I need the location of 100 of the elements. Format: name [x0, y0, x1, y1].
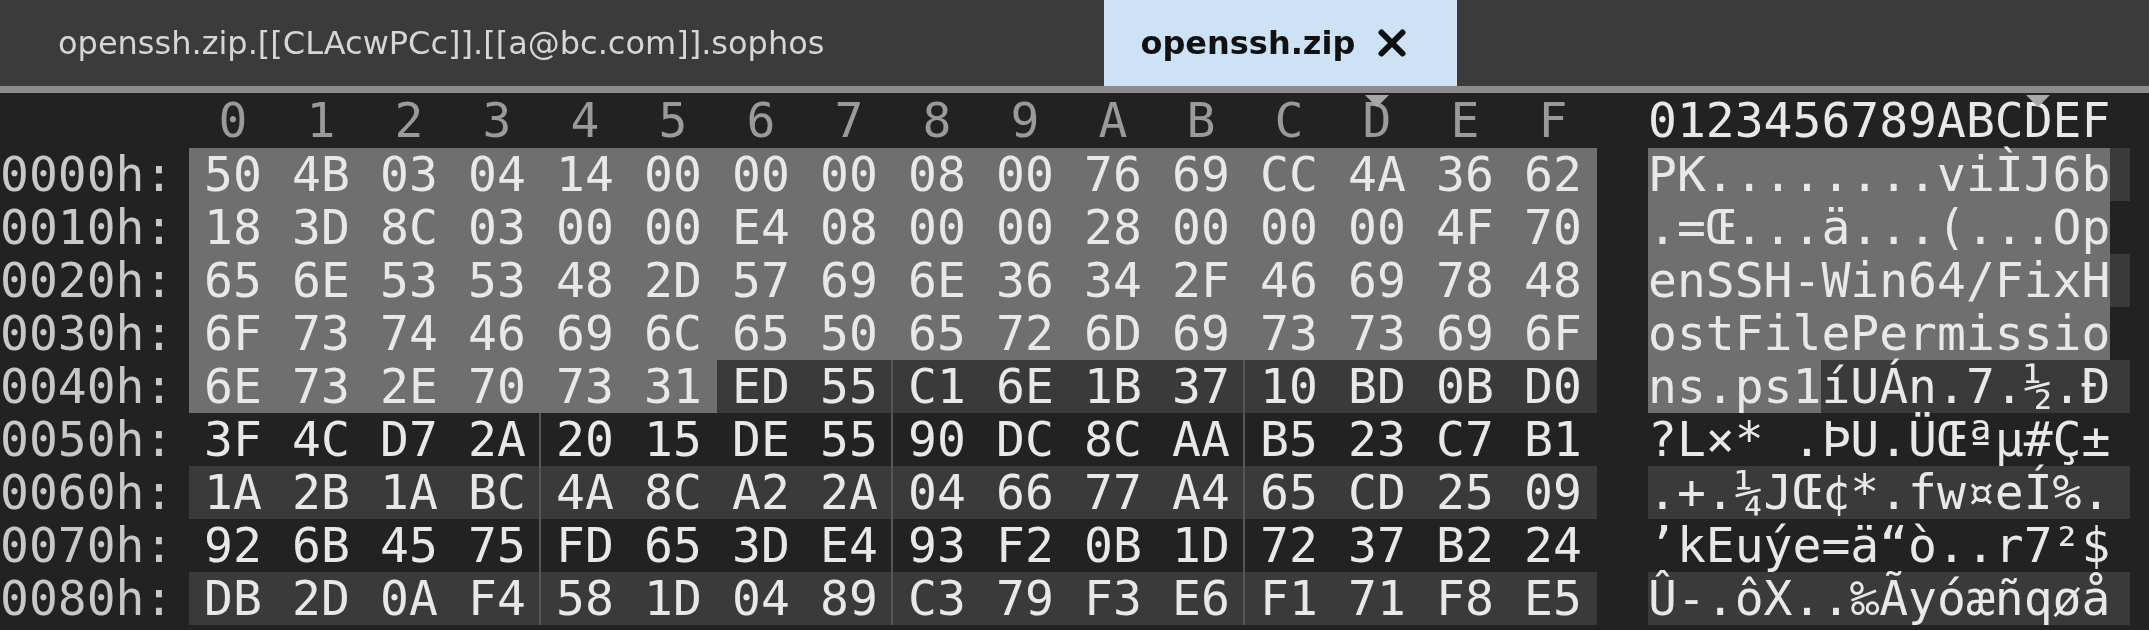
hex-byte: 00 [1245, 201, 1333, 254]
hex-byte: 6D [1069, 307, 1157, 360]
row-offset: 0040h: [0, 360, 175, 413]
hex-byte: 4C [291, 413, 351, 466]
hex-byte: E5 [1523, 572, 1583, 625]
hex-byte: 73 [277, 307, 365, 360]
hex-byte: E4 [717, 201, 805, 254]
hex-byte: 24 [1523, 519, 1583, 572]
hex-byte: 34 [1069, 254, 1157, 307]
hex-byte: 79 [995, 572, 1055, 625]
hex-byte: BD [1347, 360, 1407, 413]
hex-byte: 92 [203, 519, 263, 572]
hex-byte: 70 [1509, 201, 1597, 254]
hex-byte: B2 [1435, 519, 1495, 572]
hex-byte: 8C [365, 201, 453, 254]
hex-byte: F2 [995, 519, 1055, 572]
column-header: A [1097, 93, 1129, 148]
hex-byte: 48 [541, 254, 629, 307]
close-icon[interactable] [1377, 28, 1408, 58]
column-header: 4 [569, 93, 601, 148]
file-tab[interactable]: openssh.zip [1104, 0, 1458, 86]
hex-byte: FD [555, 519, 615, 572]
hex-byte: 00 [629, 201, 717, 254]
hex-byte: CC [1245, 148, 1333, 201]
row-offset: 0030h: [0, 307, 175, 360]
hex-byte: 72 [1259, 519, 1319, 572]
column-header: 0 [217, 93, 249, 148]
hex-byte: 2D [629, 254, 717, 307]
hex-byte: 66 [995, 466, 1055, 519]
hex-byte: 6C [629, 307, 717, 360]
hex-byte: 28 [1069, 201, 1157, 254]
column-header: 3 [481, 93, 513, 148]
ascii-text: enSSH-Win64/FixH [1648, 254, 2111, 307]
hex-byte: 74 [365, 307, 453, 360]
hex-byte: D0 [1523, 360, 1583, 413]
hex-byte: 77 [1083, 466, 1143, 519]
hex-byte: 10 [1259, 360, 1319, 413]
hex-byte: 6F [1509, 307, 1597, 360]
hex-byte: 8C [643, 466, 703, 519]
hex-byte: 00 [717, 148, 805, 201]
hex-byte: 1D [643, 572, 703, 625]
hex-byte: E4 [819, 519, 879, 572]
hex-byte: 00 [1157, 201, 1245, 254]
hex-byte: A4 [1171, 466, 1231, 519]
hex-byte: 2A [467, 413, 527, 466]
ascii-text: .+.¼JŒ¢*.fw¤eÍ%. [1648, 466, 2111, 519]
hex-byte: 2E [365, 360, 453, 413]
hex-byte: 6F [189, 307, 277, 360]
hex-byte: 75 [467, 519, 527, 572]
hex-byte: 04 [731, 572, 791, 625]
hex-byte: 2A [819, 466, 879, 519]
hex-byte: C3 [907, 572, 967, 625]
column-header: 9 [1009, 93, 1041, 148]
hex-byte: C1 [907, 360, 967, 413]
hex-byte: 55 [819, 360, 879, 413]
row-offset: 0080h: [0, 572, 175, 625]
hex-byte: C7 [1435, 413, 1495, 466]
hex-byte: 37 [1347, 519, 1407, 572]
column-header: 1 [305, 93, 337, 148]
hex-byte: 69 [1333, 254, 1421, 307]
hex-byte: D7 [379, 413, 439, 466]
hex-byte: A2 [731, 466, 791, 519]
column-header: 2 [393, 93, 425, 148]
ascii-text: ?L×* .ÞU.ÜŒªµ#Ç± [1648, 413, 2111, 466]
hex-byte: 3D [731, 519, 791, 572]
hex-byte: 1B [1083, 360, 1143, 413]
hex-byte: 89 [819, 572, 879, 625]
hex-byte: 76 [1069, 148, 1157, 201]
hex-byte: 0B [1435, 360, 1495, 413]
hex-byte: 8C [1083, 413, 1143, 466]
hex-byte: 2F [1157, 254, 1245, 307]
column-header: 7 [833, 93, 865, 148]
hex-byte: 46 [453, 307, 541, 360]
hex-byte: 55 [819, 413, 879, 466]
hex-byte: 70 [453, 360, 541, 413]
hex-byte: 14 [541, 148, 629, 201]
file-tab[interactable]: openssh.zip.[[CLAcwPCc]].[[a@bc.com]].sophos [0, 0, 865, 86]
row-offset: 0020h: [0, 254, 175, 307]
hex-byte: 20 [555, 413, 615, 466]
ascii-text: .=Œ...ä...(...Op [1648, 201, 2111, 254]
hex-byte: 58 [555, 572, 615, 625]
hex-byte: 78 [1421, 254, 1509, 307]
hex-byte: 36 [981, 254, 1069, 307]
hex-byte: 03 [365, 148, 453, 201]
hex-byte: BC [467, 466, 527, 519]
ascii-text: ns.ps1 [1648, 360, 1822, 413]
hex-byte: 50 [189, 148, 277, 201]
hex-byte: 65 [717, 307, 805, 360]
hex-byte: 36 [1421, 148, 1509, 201]
hex-byte: 00 [981, 148, 1069, 201]
hex-byte: F4 [467, 572, 527, 625]
hex-byte: B5 [1259, 413, 1319, 466]
hex-byte: 65 [189, 254, 277, 307]
hex-byte: 3F [203, 413, 263, 466]
hex-byte: 69 [1157, 148, 1245, 201]
hex-byte: 57 [717, 254, 805, 307]
hex-byte: 6E [995, 360, 1055, 413]
hex-byte: 73 [1245, 307, 1333, 360]
column-header: D [1361, 93, 1393, 148]
hex-byte: 00 [981, 201, 1069, 254]
